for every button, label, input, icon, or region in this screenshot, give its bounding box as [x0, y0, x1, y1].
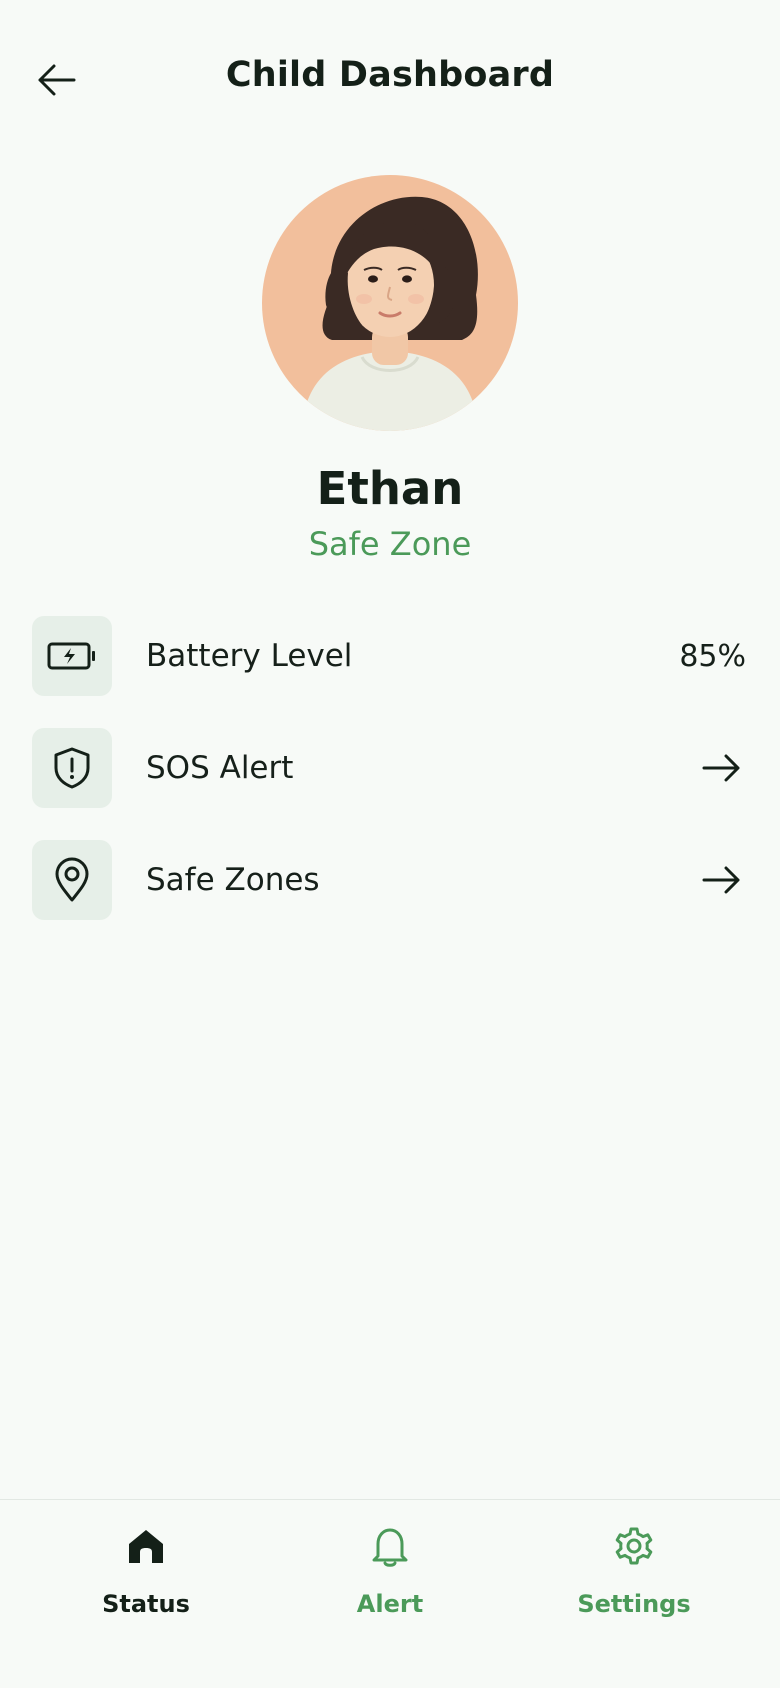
- row-label: Safe Zones: [146, 862, 320, 898]
- safe-zones-row[interactable]: Safe Zones: [32, 840, 748, 920]
- nav-label: Alert: [356, 1590, 424, 1618]
- child-status: Safe Zone: [308, 525, 472, 563]
- battery-icon-tile: [32, 616, 112, 696]
- gear-icon: [610, 1522, 658, 1570]
- arrow-right-icon: [700, 746, 744, 790]
- row-label: SOS Alert: [146, 750, 294, 786]
- header: Child Dashboard: [0, 0, 780, 160]
- map-pin-icon: [55, 857, 89, 902]
- battery-charging-icon: [47, 642, 95, 670]
- nav-item-status[interactable]: Status: [46, 1522, 246, 1642]
- row-label: Battery Level: [146, 638, 353, 674]
- bottom-nav: Status Alert Settings: [0, 1499, 780, 1688]
- nav-label: Settings: [577, 1590, 691, 1618]
- nav-item-alert[interactable]: Alert: [290, 1522, 490, 1642]
- nav-item-settings[interactable]: Settings: [534, 1522, 734, 1642]
- avatar: [262, 175, 518, 431]
- battery-value: 85%: [679, 638, 746, 674]
- arrow-right-icon: [700, 858, 744, 902]
- page-title: Child Dashboard: [225, 55, 555, 95]
- child-name: Ethan: [316, 462, 464, 515]
- shield-alert-icon: [54, 747, 90, 789]
- sos-alert-row[interactable]: SOS Alert: [32, 728, 748, 808]
- nav-label: Status: [102, 1590, 190, 1618]
- bell-icon: [366, 1522, 414, 1570]
- safe-zones-icon-tile: [32, 840, 112, 920]
- battery-level-row[interactable]: Battery Level 85%: [32, 616, 748, 696]
- sos-icon-tile: [32, 728, 112, 808]
- home-icon: [122, 1522, 170, 1570]
